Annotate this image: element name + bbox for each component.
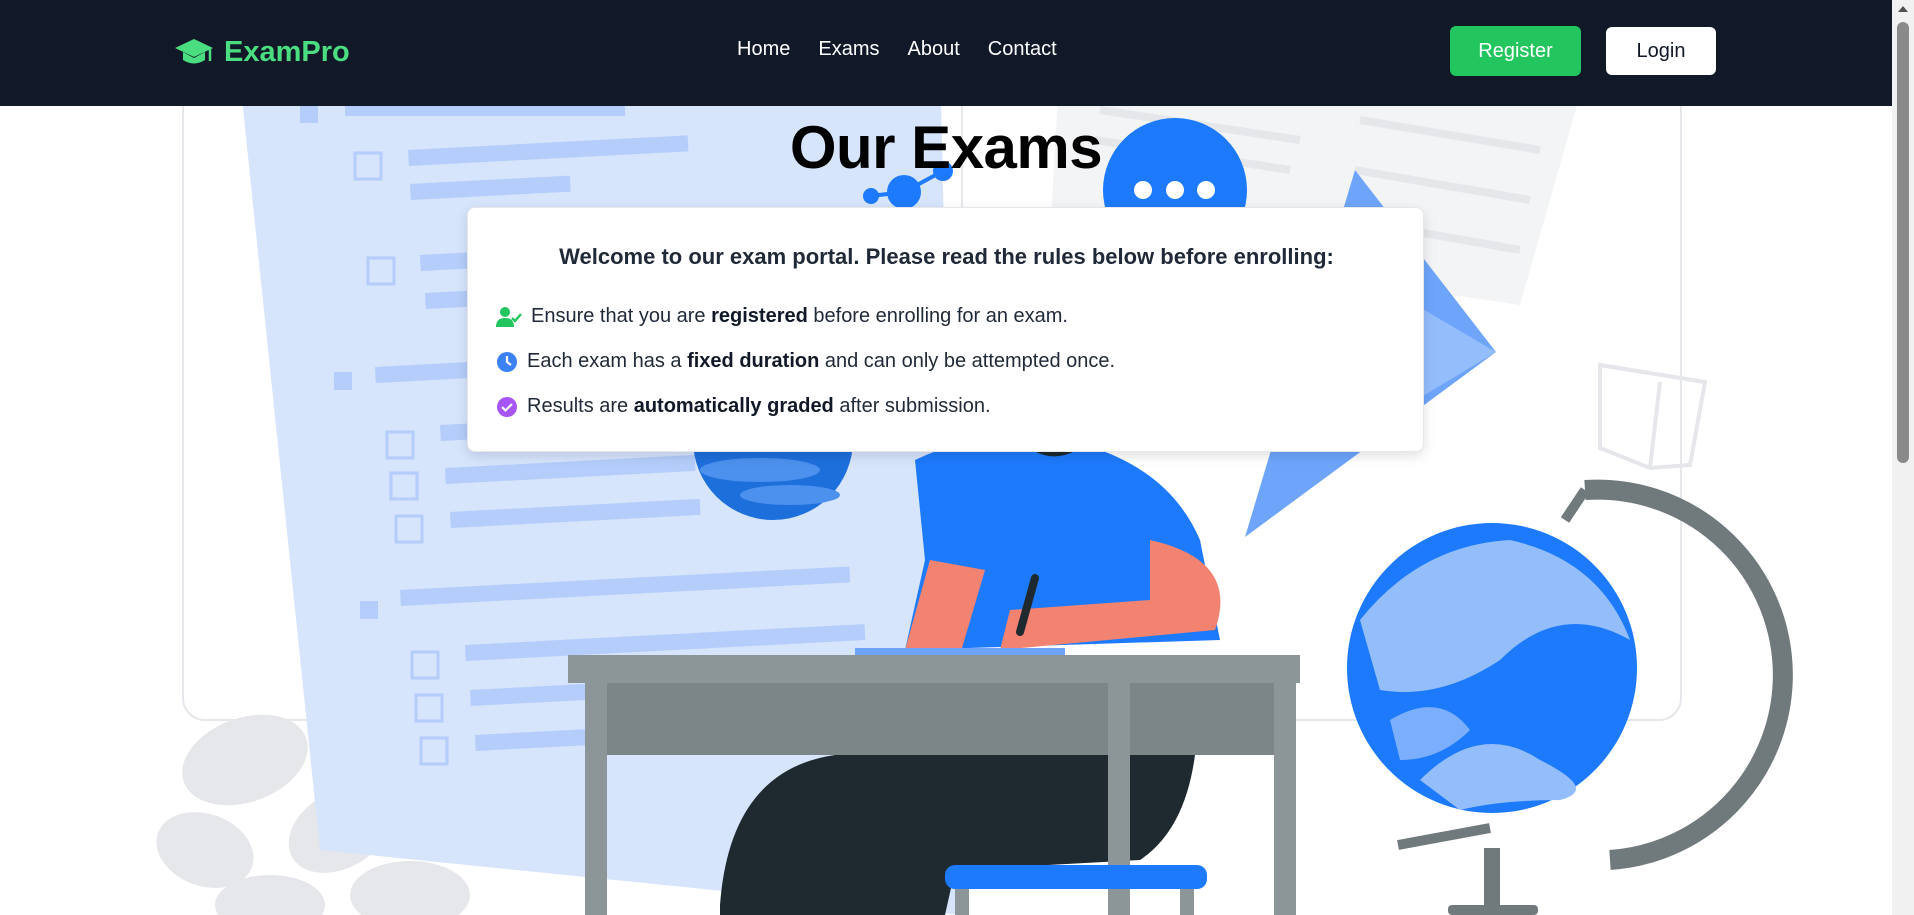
- rule-item-graded: Results are automatically graded after s…: [496, 395, 991, 418]
- rules-intro: Welcome to our exam portal. Please read …: [559, 244, 1334, 269]
- login-button[interactable]: Login: [1606, 27, 1716, 75]
- brand-logo[interactable]: ExamPro: [174, 32, 350, 72]
- nav-link-contact[interactable]: Contact: [988, 38, 1057, 61]
- rule-text-1: Ensure that you are registered before en…: [531, 305, 1068, 327]
- scroll-up-arrow-icon[interactable]: [1898, 6, 1908, 12]
- nav-link-about[interactable]: About: [907, 38, 959, 61]
- graduation-cap-icon: [175, 39, 213, 64]
- nav-link-exams[interactable]: Exams: [818, 38, 879, 61]
- clock-icon: [497, 351, 517, 372]
- scroll-thumb[interactable]: [1897, 22, 1909, 463]
- user-check-icon: [496, 306, 522, 327]
- register-button[interactable]: Register: [1450, 26, 1581, 76]
- page-title: Our Exams: [789, 114, 1103, 181]
- rule-text-2: Each exam has a fixed duration and can o…: [527, 350, 1116, 372]
- rule-text-3: Results are automatically graded after s…: [527, 395, 991, 417]
- top-navbar: ExamPro Home Exams About Contact Registe…: [0, 0, 1892, 106]
- rule-item-registered: Ensure that you are registered before en…: [496, 305, 1068, 328]
- check-circle-icon: [497, 396, 517, 417]
- page-scrollbar[interactable]: [1892, 0, 1914, 915]
- rule-item-duration: Each exam has a fixed duration and can o…: [496, 350, 1115, 373]
- nav-link-home[interactable]: Home: [737, 38, 790, 61]
- rules-card: Welcome to our exam portal. Please read …: [467, 207, 1424, 452]
- brand-name: ExamPro: [224, 35, 350, 68]
- nav-links: Home Exams About Contact: [737, 38, 1057, 61]
